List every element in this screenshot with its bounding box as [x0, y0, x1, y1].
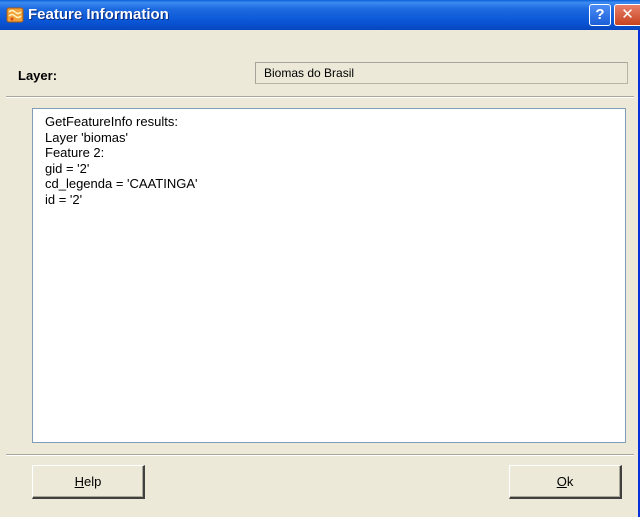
result-line: Layer 'biomas' — [45, 129, 129, 145]
result-line: id = '2' — [45, 191, 83, 207]
layer-value-field: Biomas do Brasil — [255, 62, 628, 84]
ok-button-label: k — [566, 474, 574, 489]
help-button[interactable]: Help — [32, 465, 145, 499]
result-line: GetFeatureInfo results: — [45, 114, 178, 129]
result-line: Feature 2: — [45, 145, 105, 160]
feature-information-dialog: Feature Information ? ✕ Layer: Biomas do… — [0, 0, 640, 517]
ok-button[interactable]: Ok — [509, 465, 622, 499]
title-bar[interactable]: Feature Information ? ✕ — [0, 0, 640, 30]
result-line: gid = '2' — [45, 160, 90, 176]
help-button-label: elp — [84, 474, 102, 489]
ok-button-accel: O — [556, 474, 567, 489]
bottom-divider — [6, 454, 634, 456]
result-line: cd_legenda = 'CAATINGA' — [45, 176, 198, 191]
help-button-accel: H — [74, 474, 85, 489]
window-title: Feature Information — [28, 6, 169, 23]
results-text-area[interactable]: GetFeatureInfo results: Layer 'biomas' F… — [32, 108, 626, 443]
app-icon — [6, 6, 24, 24]
close-icon[interactable]: ✕ — [614, 4, 640, 26]
layer-label: Layer: — [18, 68, 58, 83]
help-icon[interactable]: ? — [589, 4, 611, 26]
top-divider — [6, 96, 634, 98]
